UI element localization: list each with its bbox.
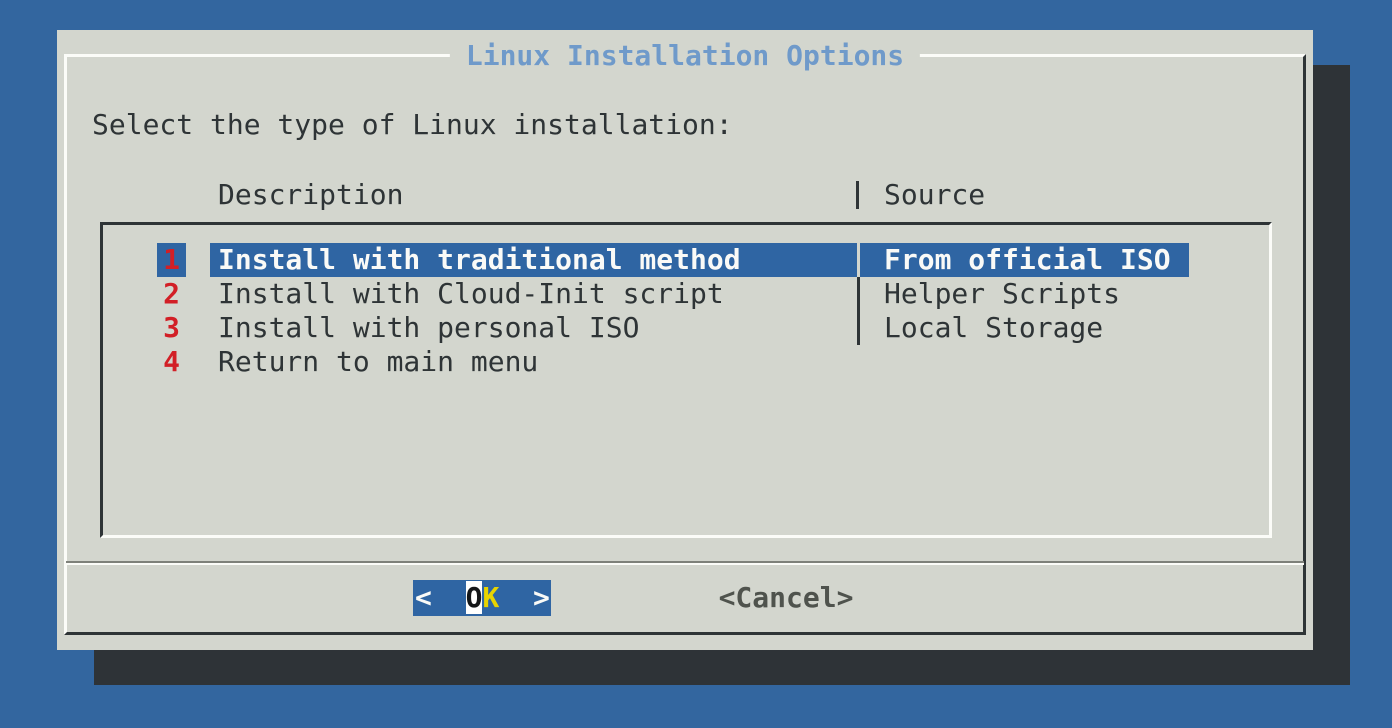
menu-item-description: Return to main menu <box>218 345 538 379</box>
menu-item-personal-iso[interactable]: 3 Install with personal ISO Local Storag… <box>103 311 1269 345</box>
buttons-divider-line <box>66 561 1304 565</box>
menu-item-cloud-init[interactable]: 2 Install with Cloud-Init script Helper … <box>103 277 1269 311</box>
menu-item-tag: 1 <box>157 243 186 277</box>
menu-item-return-main-menu[interactable]: 4 Return to main menu <box>103 345 1269 379</box>
menu-item-source: From official ISO <box>884 243 1171 277</box>
ok-button-prefix: < <box>415 581 466 614</box>
column-header-description: Description <box>218 178 403 212</box>
installation-options-dialog: Linux Installation Options Select the ty… <box>57 30 1313 650</box>
terminal-screen: Linux Installation Options Select the ty… <box>0 0 1392 728</box>
menu-item-tag: 2 <box>157 277 186 311</box>
menu-item-bar: Install with personal ISO Local Storage <box>210 311 1189 345</box>
column-separator <box>857 311 860 345</box>
button-row: < OK > <Cancel> <box>57 580 1313 616</box>
menu-item-description: Install with Cloud-Init script <box>218 277 724 311</box>
column-separator <box>857 277 860 311</box>
dialog-prompt: Select the type of Linux installation: <box>92 108 733 142</box>
cancel-button[interactable]: <Cancel> <box>717 580 855 616</box>
menu-item-bar: Return to main menu <box>210 345 1189 379</box>
column-header-row: Description Source <box>57 178 1313 212</box>
menu-item-tag: 3 <box>157 311 186 345</box>
dialog-title: Linux Installation Options <box>450 38 920 74</box>
column-separator <box>857 243 860 277</box>
menu-listbox: 1 Install with traditional method From o… <box>100 222 1272 538</box>
menu-item-source: Local Storage <box>884 311 1103 345</box>
menu-rows: 1 Install with traditional method From o… <box>103 243 1269 379</box>
menu-item-description: Install with traditional method <box>218 243 741 277</box>
menu-item-highlight-bar: Install with traditional method From off… <box>210 243 1189 277</box>
column-separator <box>856 181 859 209</box>
ok-button-suffix: > <box>499 581 550 614</box>
menu-item-source: Helper Scripts <box>884 277 1120 311</box>
menu-item-tag: 4 <box>157 345 186 379</box>
ok-button-cursor-char: O <box>466 581 483 614</box>
ok-button[interactable]: < OK > <box>413 580 551 616</box>
menu-item-bar: Install with Cloud-Init script Helper Sc… <box>210 277 1189 311</box>
column-header-source: Source <box>884 178 985 212</box>
menu-item-description: Install with personal ISO <box>218 311 639 345</box>
ok-button-hotkey-char: K <box>482 581 499 614</box>
menu-item-traditional[interactable]: 1 Install with traditional method From o… <box>103 243 1269 277</box>
